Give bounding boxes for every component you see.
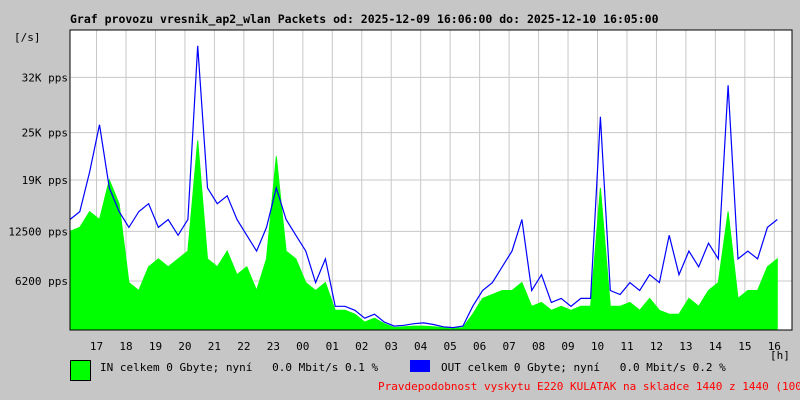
legend-out-text: OUT celkem 0 Gbyte; nyní 0.0 Mbit/s 0.2 … xyxy=(441,361,726,374)
y-tick-label: 32K pps xyxy=(22,71,68,84)
x-tick-label: 20 xyxy=(178,340,191,353)
plot-area: 17 18 19 20 21 22 23 00 01 02 03 04 05 06 07 08 09 10 11 12… xyxy=(8,29,793,353)
y-tick-label: 25K pps xyxy=(22,127,68,140)
x-tick-label: 07 xyxy=(502,340,515,353)
x-tick-label: 15 xyxy=(738,340,751,353)
x-tick-label: 10 xyxy=(591,340,604,353)
traffic-graph: Graf provozu vresnik_ap2_wlan Packets od… xyxy=(0,0,800,400)
x-tick-label: 23 xyxy=(267,340,280,353)
x-tick-label: 19 xyxy=(149,340,162,353)
x-tick-label: 08 xyxy=(532,340,545,353)
y-tick-label: 19K pps xyxy=(22,174,68,187)
x-tick-label: 21 xyxy=(208,340,221,353)
x-tick-label: 18 xyxy=(119,340,132,353)
x-tick-label: 03 xyxy=(385,340,398,353)
legend-in-swatch xyxy=(70,360,91,381)
x-tick-label: 12 xyxy=(650,340,663,353)
x-tick-label: 00 xyxy=(296,340,309,353)
y-tick-label: 12500 pps xyxy=(8,225,68,238)
availability-note: Pravdepodobnost vyskytu E220 KULATAK na … xyxy=(378,380,800,393)
y-tick-label: 6200 pps xyxy=(15,275,68,288)
x-tick-label: 11 xyxy=(620,340,633,353)
x-tick-label: 22 xyxy=(237,340,250,353)
x-tick-label: 13 xyxy=(679,340,692,353)
x-tick-label: 06 xyxy=(473,340,486,353)
x-tick-label: 02 xyxy=(355,340,368,353)
legend-in-text: IN celkem 0 Gbyte; nyní 0.0 Mbit/s 0.1 % xyxy=(100,361,379,374)
x-tick-label: 01 xyxy=(326,340,339,353)
x-tick-label: 09 xyxy=(561,340,574,353)
x-tick-label: 14 xyxy=(709,340,723,353)
x-tick-label: 05 xyxy=(444,340,457,353)
x-tick-label: 04 xyxy=(414,340,428,353)
x-tick-label: 17 xyxy=(90,340,103,353)
x-tick-label: 16 xyxy=(768,340,781,353)
legend-out-swatch xyxy=(410,360,430,372)
